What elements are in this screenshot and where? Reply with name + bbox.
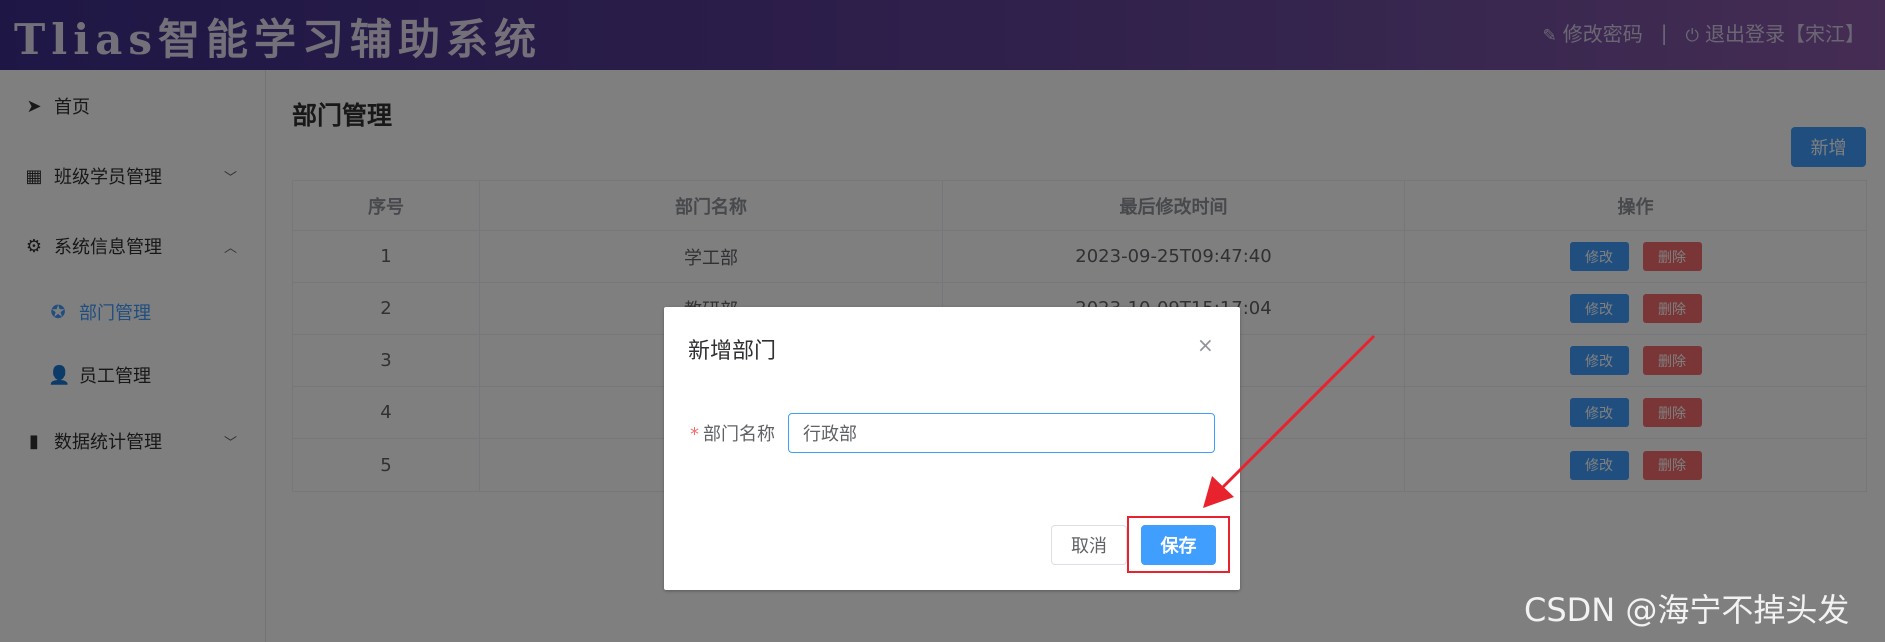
cancel-button[interactable]: 取消 — [1051, 525, 1127, 565]
add-dept-dialog: 新增部门 × *部门名称 取消 保存 — [664, 307, 1240, 590]
dialog-title: 新增部门 — [688, 339, 777, 364]
required-mark: * — [690, 424, 699, 445]
dept-name-label: * 部门名称 — [690, 420, 775, 446]
dept-name-input[interactable] — [788, 413, 1215, 453]
watermark: CSDN @海宁不掉头发 — [1524, 591, 1850, 629]
close-icon[interactable]: × — [1197, 333, 1214, 357]
annotation-highlight-box — [1127, 516, 1230, 573]
dept-name-label-text: 部门名称 — [703, 424, 775, 445]
